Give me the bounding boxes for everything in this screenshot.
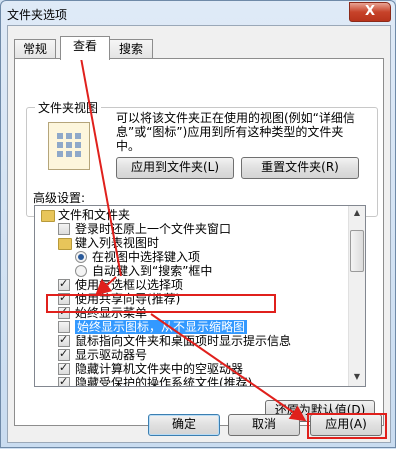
setting-row[interactable]: 自动键入到“搜索”框中 bbox=[35, 264, 347, 278]
dialog-body: 常规 查看 搜索 文件夹视图 可以将该文件夹正在使用的视图(例如“详细信息”或“… bbox=[7, 25, 391, 443]
checkbox[interactable] bbox=[58, 223, 70, 235]
checkbox[interactable] bbox=[58, 375, 70, 386]
vertical-scrollbar[interactable]: ▲ ▼ bbox=[348, 206, 365, 386]
setting-label: 使用复选框以选择项 bbox=[75, 278, 184, 292]
setting-row[interactable]: 鼠标指向文件夹和桌面项时显示提示信息 bbox=[35, 333, 347, 348]
checkbox[interactable] bbox=[58, 361, 70, 375]
folder-view-icon bbox=[48, 122, 90, 170]
checkbox[interactable] bbox=[58, 321, 70, 333]
cancel-button[interactable]: 取消 bbox=[228, 414, 300, 436]
setting-row: 键入列表视图时 bbox=[35, 236, 347, 250]
setting-row[interactable]: 登录时还原上一个文件夹窗口 bbox=[35, 222, 347, 236]
window-title: 文件夹选项 bbox=[7, 8, 68, 22]
setting-label: 在视图中选择键入项 bbox=[92, 250, 201, 264]
setting-label: 始终显示图标，从不显示缩略图 bbox=[75, 320, 248, 334]
advanced-settings-label: 高级设置: bbox=[33, 191, 86, 205]
folder-views-legend: 文件夹视图 bbox=[35, 99, 102, 116]
checkbox[interactable] bbox=[58, 277, 70, 291]
folder-icon bbox=[41, 210, 55, 222]
setting-label: 键入列表视图时 bbox=[75, 236, 160, 250]
setting-row[interactable]: 隐藏计算机文件夹中的空驱动器 bbox=[35, 361, 347, 376]
close-button[interactable]: X bbox=[349, 2, 391, 22]
folder-views-description: 可以将该文件夹正在使用的视图(例如“详细信息”或“图标”)应用到所有这种类型的文… bbox=[116, 111, 355, 153]
setting-row[interactable]: 显示驱动器号 bbox=[35, 347, 347, 362]
setting-row[interactable]: 使用复选框以选择项 bbox=[35, 277, 347, 292]
setting-label: 登录时还原上一个文件夹窗口 bbox=[75, 222, 232, 236]
setting-label: 显示驱动器号 bbox=[75, 348, 148, 362]
ok-button[interactable]: 确定 bbox=[148, 414, 220, 436]
tab-view[interactable]: 查看 bbox=[60, 36, 110, 60]
highlight-box-apply bbox=[307, 413, 387, 439]
setting-row[interactable]: 始终显示图标，从不显示缩略图 bbox=[35, 320, 347, 334]
radio-button[interactable] bbox=[75, 251, 87, 263]
scroll-up-icon[interactable]: ▲ bbox=[350, 206, 364, 220]
setting-label: 鼠标指向文件夹和桌面项时显示提示信息 bbox=[75, 334, 292, 348]
reset-folders-button[interactable]: 重置文件夹(R) bbox=[241, 157, 359, 179]
apply-to-folders-button[interactable]: 应用到文件夹(L) bbox=[116, 157, 234, 179]
tab-search[interactable]: 搜索 bbox=[109, 39, 153, 59]
setting-label: 隐藏受保护的操作系统文件(推荐) bbox=[75, 376, 253, 387]
tab-general[interactable]: 常规 bbox=[14, 39, 56, 59]
radio-button[interactable] bbox=[75, 265, 87, 277]
scroll-thumb[interactable] bbox=[350, 230, 364, 272]
highlight-box-option bbox=[46, 294, 276, 313]
setting-label: 隐藏计算机文件夹中的空驱动器 bbox=[75, 362, 244, 376]
setting-row[interactable]: 隐藏受保护的操作系统文件(推荐) bbox=[35, 375, 347, 387]
folder-icon bbox=[58, 238, 72, 250]
setting-label: 文件和文件夹 bbox=[58, 208, 131, 222]
checkbox[interactable] bbox=[58, 347, 70, 361]
title-bar[interactable]: 文件夹选项 X bbox=[1, 1, 395, 25]
view-tab-panel: 文件夹视图 可以将该文件夹正在使用的视图(例如“详细信息”或“图标”)应用到所有… bbox=[14, 58, 384, 426]
setting-row: 文件和文件夹 bbox=[35, 208, 347, 222]
setting-row[interactable]: 在视图中选择键入项 bbox=[35, 250, 347, 264]
setting-label: 自动键入到“搜索”框中 bbox=[92, 264, 213, 278]
scroll-down-icon[interactable]: ▼ bbox=[350, 370, 364, 384]
checkbox[interactable] bbox=[58, 333, 70, 347]
folder-options-window: 文件夹选项 X 常规 查看 搜索 文件夹视图 可以将该文件夹正在使用的视图(例如… bbox=[0, 0, 396, 448]
